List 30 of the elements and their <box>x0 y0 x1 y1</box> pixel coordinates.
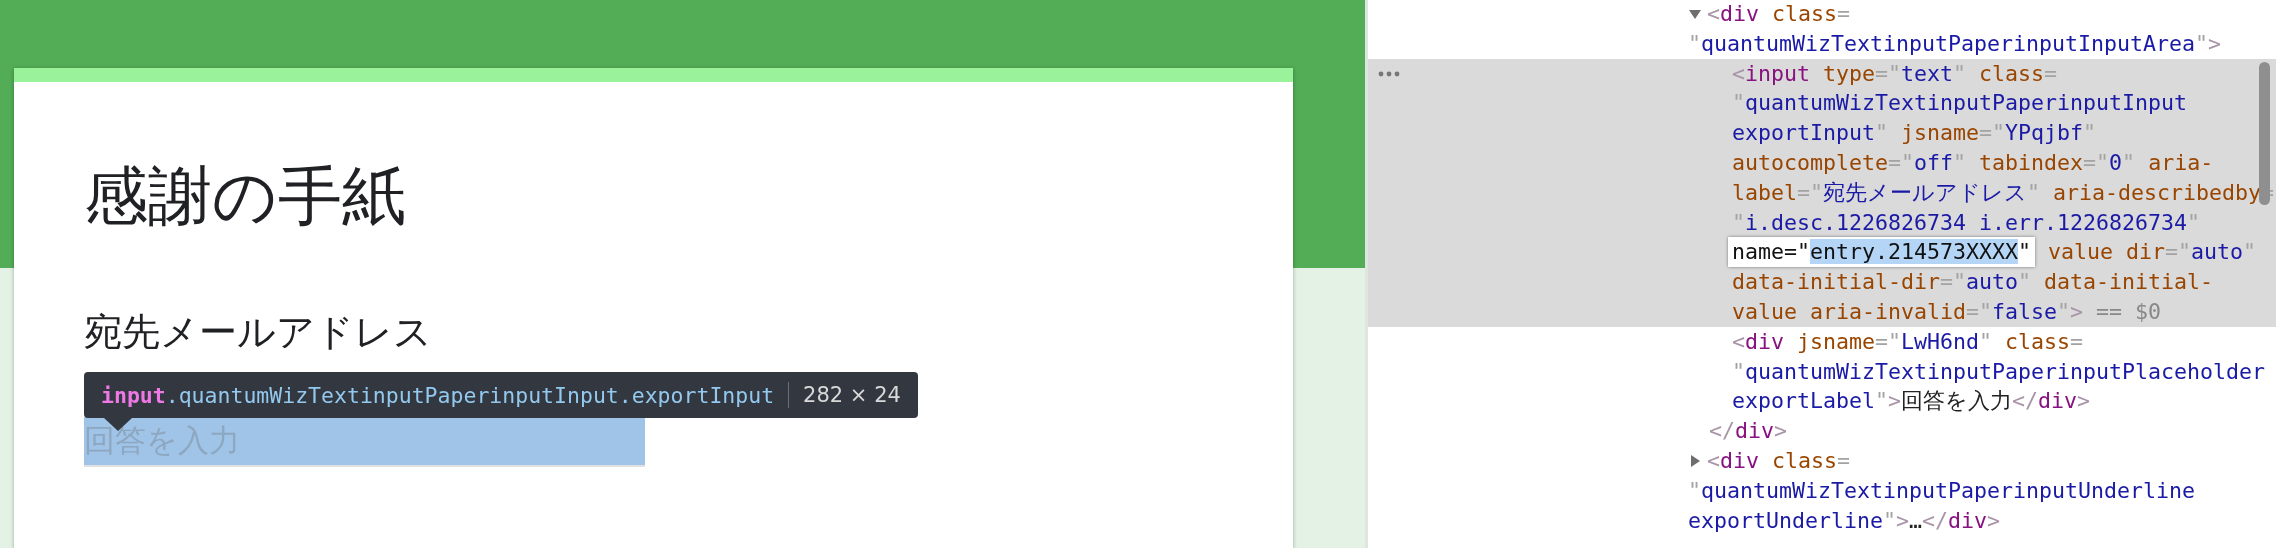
code-line: <div jsname="LwH6nd" class= <box>1732 327 2084 356</box>
code-line: autocomplete="off" tabindex="0" aria- <box>1732 149 2214 177</box>
scrollbar-thumb[interactable] <box>2259 62 2270 205</box>
code-line: value aria-invalid="false"> <box>1732 297 2084 326</box>
code-line: "quantumWizTextinputPaperinputPlaceholder <box>1732 357 2266 386</box>
dom-node[interactable]: <div class= "quantumWizTextinputPaperinputUnderline exportUnderline">…</div> <box>1368 445 2276 536</box>
code-line: "quantumWizTextinputPaperinputUnderline <box>1688 476 2196 505</box>
code-line: </div> <box>1709 417 1788 446</box>
expand-triangle-icon[interactable] <box>1688 453 1702 468</box>
form-title: 感謝の手紙 <box>84 159 407 234</box>
code-line: data-initial-dir="auto" data-initial- <box>1732 268 2214 297</box>
element-size: 282 × 24 <box>803 383 901 407</box>
dom-node[interactable] <box>1368 58 2276 327</box>
element-selector: input.quantumWizTextinputPaperinputInput.exportInput <box>101 382 775 408</box>
dom-node[interactable]: <div jsname="LwH6nd" class= "quantumWizTextinputPaperinputPlaceholder exportLabel">回答を入力</div> <box>1368 326 2276 417</box>
code-line: exportLabel">回答を入力</div> <box>1732 387 2091 416</box>
code-line: value dir="auto" <box>2047 238 2257 267</box>
more-icon[interactable] <box>1378 70 1400 77</box>
code-line: "i.desc.1226826734 i.err.1226826734" <box>1732 208 2201 237</box>
dom-node[interactable]: <div class= "quantumWizTextinputPaperinputInputArea"> <box>1368 0 2276 59</box>
attribute-editor[interactable]: name="entry.214573XXXX" <box>1728 237 2036 268</box>
code-line: "quantumWizTextinputPaperinputInputArea"> <box>1688 29 2222 58</box>
console-reference: == $0 <box>2095 297 2162 326</box>
code-line: <div class= <box>1707 0 1851 28</box>
code-line: "quantumWizTextinputPaperinputInput <box>1732 89 2188 118</box>
code-line: exportInput" jsname="YPqjbf" <box>1732 119 2097 148</box>
question-label: 宛先メールアドレス <box>84 310 433 355</box>
code-line: exportUnderline">…</div> <box>1688 506 2001 535</box>
code-line: <input type="text" class= <box>1732 59 2058 88</box>
code-line: <div class= <box>1707 446 1851 475</box>
